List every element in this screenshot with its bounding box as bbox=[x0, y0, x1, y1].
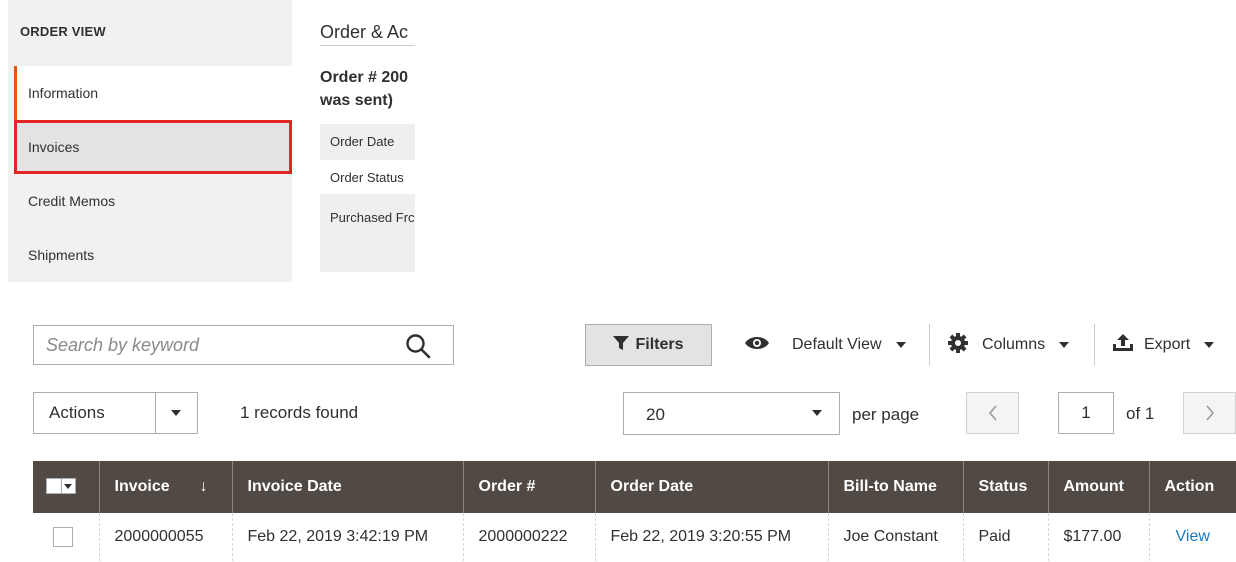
export-label: Export bbox=[1144, 336, 1191, 353]
toolbar-divider bbox=[1094, 324, 1095, 366]
sidebar-item-shipments[interactable]: Shipments bbox=[14, 228, 292, 282]
column-label: Invoice bbox=[114, 478, 170, 495]
order-number-heading: Order # 200 was sent) bbox=[320, 66, 415, 112]
sort-arrow-icon: ↓ bbox=[199, 478, 208, 495]
sidebar-item-credit-memos[interactable]: Credit Memos bbox=[14, 174, 292, 228]
actions-toggle[interactable] bbox=[155, 393, 197, 433]
chevron-right-icon bbox=[1205, 405, 1214, 421]
chevron-down-icon bbox=[812, 410, 822, 416]
export-icon bbox=[1112, 333, 1134, 358]
mass-select-control[interactable] bbox=[46, 476, 76, 496]
grid-header-row: Invoice ↓ Invoice Date Order # Order Date… bbox=[33, 461, 1236, 513]
row-select-cell bbox=[33, 513, 99, 561]
sidebar-nav: Information Invoices Credit Memos Shipme… bbox=[14, 66, 292, 282]
next-page-button[interactable] bbox=[1183, 392, 1236, 434]
per-page-label: per page bbox=[852, 405, 920, 424]
column-header-order-date[interactable]: Order Date bbox=[594, 461, 828, 513]
status-cell: Paid bbox=[962, 513, 1048, 561]
order-number-line1: Order # 200 bbox=[320, 69, 409, 86]
column-header-order-number[interactable]: Order # bbox=[462, 461, 595, 513]
section-divider bbox=[320, 45, 415, 46]
bill-to-name-cell: Joe Constant bbox=[827, 513, 963, 561]
columns-dropdown[interactable]: Columns bbox=[948, 324, 1070, 366]
column-header-action: Action bbox=[1148, 461, 1236, 513]
default-view-label: Default View bbox=[792, 336, 882, 353]
invoice-date-cell: Feb 22, 2019 3:42:19 PM bbox=[231, 513, 463, 561]
search-input[interactable] bbox=[34, 326, 394, 364]
table-row: 2000000055 Feb 22, 2019 3:42:19 PM 20000… bbox=[33, 513, 1236, 561]
mass-select-checkbox[interactable] bbox=[46, 477, 62, 494]
filter-icon bbox=[613, 335, 630, 356]
amount-cell: $177.00 bbox=[1047, 513, 1149, 561]
invoice-cell: 2000000055 bbox=[98, 513, 232, 561]
order-section-title: Order & Ac bbox=[320, 22, 409, 42]
chevron-down-icon bbox=[1059, 342, 1070, 348]
sidebar-title: ORDER VIEW bbox=[20, 24, 106, 39]
order-info-panel: Order & Ac Order # 200 was sent) Order D… bbox=[320, 0, 415, 282]
per-page-select[interactable]: 20 bbox=[623, 392, 840, 435]
eye-icon bbox=[744, 335, 770, 356]
chevron-down-icon bbox=[895, 342, 906, 348]
view-link[interactable]: View bbox=[1176, 528, 1210, 545]
chevron-down-icon bbox=[1204, 342, 1215, 348]
page-number-input[interactable] bbox=[1059, 393, 1113, 433]
row-checkbox[interactable] bbox=[53, 527, 73, 547]
export-dropdown[interactable]: Export bbox=[1112, 324, 1215, 366]
order-number-line2: was sent) bbox=[320, 92, 393, 109]
search-box bbox=[33, 325, 454, 365]
toolbar-divider bbox=[929, 324, 930, 366]
order-status-label: Order Status bbox=[320, 160, 415, 194]
sidebar-item-invoices[interactable]: Invoices bbox=[14, 120, 292, 174]
column-header-status[interactable]: Status bbox=[962, 461, 1048, 513]
order-info-table: Order Date Order Status Purchased Frc bbox=[320, 124, 415, 272]
mass-select-header bbox=[33, 461, 99, 513]
column-header-invoice-date[interactable]: Invoice Date bbox=[231, 461, 463, 513]
columns-label: Columns bbox=[982, 336, 1046, 353]
chevron-down-icon bbox=[171, 410, 181, 416]
order-number-cell: 2000000222 bbox=[462, 513, 595, 561]
page-total: of 1 bbox=[1126, 404, 1155, 423]
order-date-label: Order Date bbox=[330, 134, 395, 149]
per-page-value: 20 bbox=[646, 405, 665, 424]
search-icon[interactable] bbox=[405, 333, 431, 364]
chevron-down-icon[interactable] bbox=[62, 477, 76, 494]
order-date-cell: Feb 22, 2019 3:20:55 PM bbox=[594, 513, 828, 561]
order-view-sidebar: ORDER VIEW Information Invoices Credit M… bbox=[8, 0, 292, 282]
prev-page-button[interactable] bbox=[966, 392, 1019, 434]
action-cell: View bbox=[1148, 513, 1236, 561]
invoices-grid: Invoice ↓ Invoice Date Order # Order Date… bbox=[33, 461, 1236, 561]
purchased-from-label: Purchased Frc bbox=[330, 210, 415, 225]
actions-label: Actions bbox=[49, 403, 105, 422]
column-header-bill-to-name[interactable]: Bill-to Name bbox=[827, 461, 963, 513]
per-page-toggle[interactable] bbox=[797, 393, 839, 434]
records-count: 1 records found bbox=[240, 403, 359, 422]
chevron-left-icon bbox=[988, 405, 997, 421]
filters-label: Filters bbox=[635, 336, 684, 353]
column-header-amount[interactable]: Amount bbox=[1047, 461, 1149, 513]
actions-dropdown[interactable]: Actions bbox=[33, 392, 198, 434]
page-number-field bbox=[1058, 392, 1114, 434]
gear-icon bbox=[948, 332, 968, 358]
default-view-dropdown[interactable]: Default View bbox=[744, 324, 906, 366]
sidebar-item-information[interactable]: Information bbox=[14, 66, 292, 120]
column-header-invoice[interactable]: Invoice ↓ bbox=[98, 461, 232, 513]
filters-button[interactable]: Filters bbox=[585, 324, 712, 366]
